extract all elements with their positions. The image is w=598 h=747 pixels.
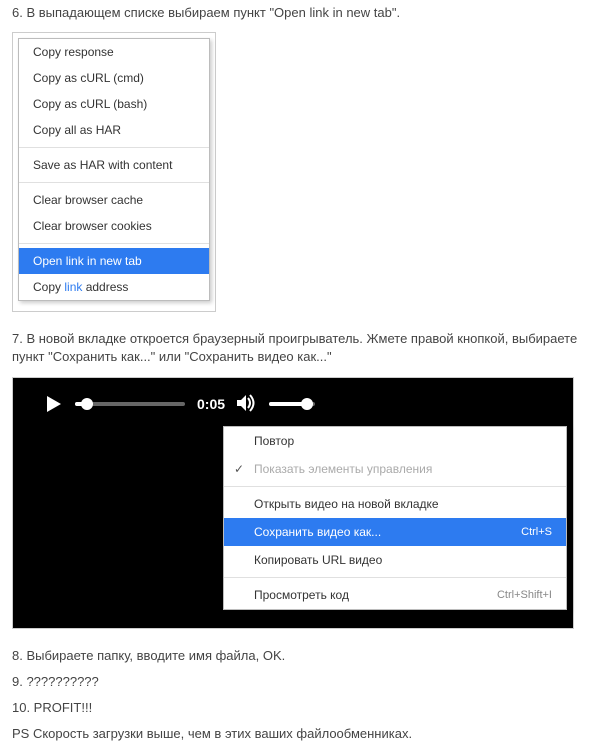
menu-item[interactable]: Copy link address: [19, 274, 209, 300]
ps-text: PS Скорость загрузки выше, чем в этих ва…: [0, 721, 598, 747]
menu-item[interactable]: Copy as cURL (cmd): [19, 65, 209, 91]
menu-separator: [224, 577, 566, 578]
screenshot-1-frame: Copy responseCopy as cURL (cmd)Copy as c…: [12, 32, 216, 312]
menu-item-label: Повтор: [254, 434, 294, 448]
menu-item[interactable]: ✓ Показать элементы управления: [224, 455, 566, 483]
menu-item[interactable]: Copy all as HAR: [19, 117, 209, 143]
menu-item-shortcut: Ctrl+Shift+I: [497, 589, 552, 601]
menu-separator: [19, 243, 209, 244]
step-10-text: 10. PROFIT!!!: [0, 695, 598, 721]
menu-item[interactable]: Copy response: [19, 39, 209, 65]
volume-icon[interactable]: [237, 394, 257, 415]
menu-item[interactable]: Copy as cURL (bash): [19, 91, 209, 117]
step-8-text: 8. Выбираете папку, вводите имя файла, O…: [0, 643, 598, 669]
menu-item[interactable]: Открыть видео на новой вкладке: [224, 490, 566, 518]
menu-item-label: Показать элементы управления: [254, 462, 432, 476]
context-menu-video: Повтор ✓ Показать элементы управления Откры…: [223, 426, 567, 610]
menu-item[interactable]: Open link in new tab: [19, 248, 209, 274]
menu-item[interactable]: Повтор: [224, 427, 566, 455]
menu-item-shortcut: Ctrl+S: [521, 526, 552, 538]
menu-item[interactable]: Save as HAR with content: [19, 152, 209, 178]
playback-time: 0:05: [197, 396, 225, 412]
progress-slider[interactable]: [75, 402, 185, 406]
video-player-controls: 0:05: [45, 394, 315, 415]
menu-item-label: Открыть видео на новой вкладке: [254, 497, 439, 511]
menu-item[interactable]: Копировать URL видео: [224, 546, 566, 574]
menu-separator: [19, 182, 209, 183]
step-9-text: 9. ??????????: [0, 669, 598, 695]
menu-item[interactable]: Clear browser cookies: [19, 213, 209, 239]
menu-separator: [224, 486, 566, 487]
menu-item-label: Копировать URL видео: [254, 553, 382, 567]
check-icon: ✓: [234, 462, 244, 476]
menu-item[interactable]: Сохранить видео как... Ctrl+S: [224, 518, 566, 546]
volume-slider[interactable]: [269, 402, 315, 406]
screenshot-2-frame: 0:05 Повтор ✓ Показать элементы управления…: [12, 377, 574, 629]
step-7-text: 7. В новой вкладке откроется браузерный …: [0, 326, 598, 370]
play-icon[interactable]: [45, 395, 63, 413]
menu-item-label: Просмотреть код: [254, 588, 349, 602]
menu-separator: [19, 147, 209, 148]
menu-item[interactable]: Просмотреть код Ctrl+Shift+I: [224, 581, 566, 609]
menu-item[interactable]: Clear browser cache: [19, 187, 209, 213]
context-menu-devtools: Copy responseCopy as cURL (cmd)Copy as c…: [18, 38, 210, 301]
step-6-text: 6. В выпадающем списке выбираем пункт "O…: [0, 0, 598, 26]
menu-item-label: Сохранить видео как...: [254, 525, 381, 539]
